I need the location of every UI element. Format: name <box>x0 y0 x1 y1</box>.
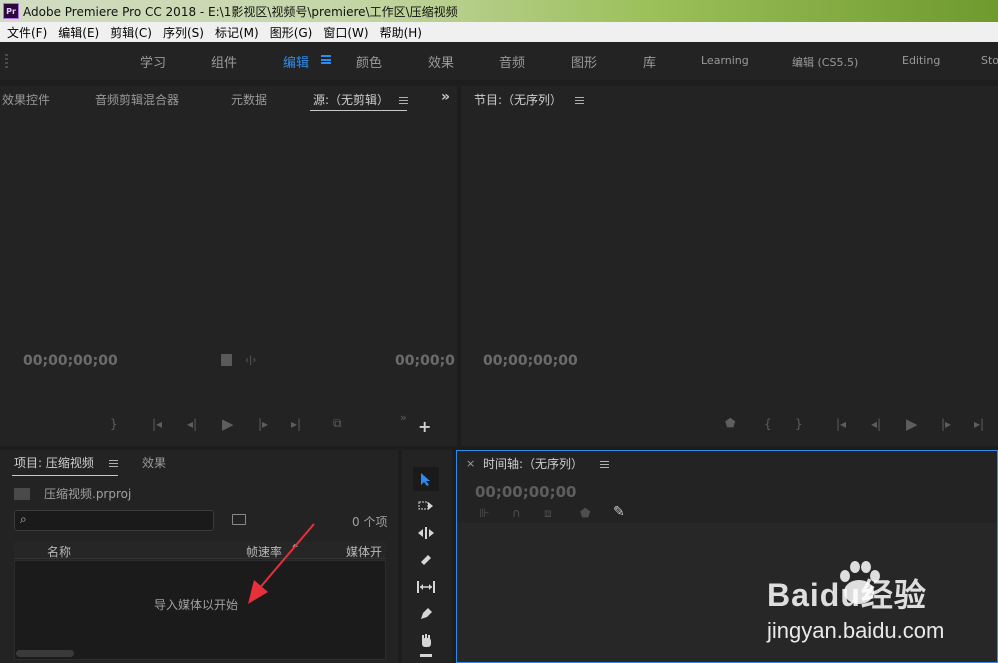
wrench-icon[interactable]: ✎ <box>613 504 625 520</box>
mark-out-icon[interactable]: } <box>795 417 803 431</box>
grip-handle[interactable] <box>5 54 8 68</box>
workspace-color[interactable]: 颜色 <box>356 52 382 71</box>
insert-overwrite-icon[interactable]: ⊪ <box>479 506 489 520</box>
panel-menu-icon[interactable] <box>600 461 609 468</box>
column-header-row: 名称 帧速率 ⌃ 媒体开 <box>14 542 386 559</box>
column-name[interactable]: 名称 <box>47 543 71 560</box>
project-list-area[interactable]: 导入媒体以开始 <box>14 560 386 660</box>
panel-menu-icon[interactable] <box>109 460 118 467</box>
menu-marker[interactable]: 标记(M) <box>208 24 263 41</box>
step-forward-icon[interactable]: |▸ <box>258 417 268 431</box>
workspace-editing-cs55[interactable]: 编辑 (CS5.5) <box>792 54 858 70</box>
slip-tool-icon[interactable] <box>413 575 439 599</box>
project-folder-icon <box>14 488 30 500</box>
fit-icon[interactable]: ‹|› <box>245 355 256 366</box>
workspace-effects[interactable]: 效果 <box>428 52 454 71</box>
mark-in-icon[interactable]: { <box>764 417 772 431</box>
program-timecode[interactable]: 00;00;00;00 <box>483 353 578 369</box>
project-panel: 项目: 压缩视频 效果 压缩视频.prproj ⌕ 0 个项 名称 帧速率 ⌃ … <box>0 450 398 663</box>
tab-project[interactable]: 项目: 压缩视频 <box>14 454 94 471</box>
pen-tool-icon[interactable] <box>413 602 439 626</box>
workspace-overflow[interactable]: Sto <box>981 54 998 67</box>
go-to-out-icon[interactable]: ▸| <box>974 417 984 431</box>
menu-graphics[interactable]: 图形(G) <box>263 24 317 41</box>
menu-help[interactable]: 帮助(H) <box>373 24 426 41</box>
tab-source[interactable]: 源:（无剪辑） <box>313 91 389 108</box>
panel-menu-icon[interactable] <box>575 97 584 104</box>
tab-audio-clip-mixer[interactable]: 音频剪辑混合器 <box>95 91 179 108</box>
linked-selection-icon[interactable]: ⧈ <box>544 506 552 521</box>
step-back-icon[interactable]: ◂| <box>187 417 197 431</box>
play-icon[interactable]: ▶ <box>906 415 918 433</box>
item-count: 0 个项 <box>352 515 388 529</box>
add-marker-icon[interactable]: ⬟ <box>580 506 590 520</box>
track-select-tool-icon[interactable] <box>413 494 439 518</box>
workspace-editing-en[interactable]: Editing <box>902 54 940 67</box>
menu-clip[interactable]: 剪辑(C) <box>103 24 156 41</box>
workspace-audio[interactable]: 音频 <box>499 52 525 71</box>
go-to-in-icon[interactable]: |◂ <box>152 417 162 431</box>
razor-tool-icon[interactable] <box>413 548 439 572</box>
step-back-icon[interactable]: ◂| <box>871 417 881 431</box>
premiere-app-icon: Pr <box>3 3 19 19</box>
watermark: Baidu经验 jingyan.baidu.com <box>765 560 995 660</box>
active-tab-underline <box>310 110 407 111</box>
workspace-graphics[interactable]: 图形 <box>571 52 597 71</box>
overflow-chevron-icon[interactable]: » <box>441 89 450 105</box>
drop-frame-icon[interactable] <box>221 354 232 366</box>
horizontal-scrollbar[interactable] <box>16 650 74 657</box>
play-icon[interactable]: ▶ <box>222 415 234 433</box>
snap-magnet-icon[interactable]: ∩ <box>512 506 521 520</box>
menu-window[interactable]: 窗口(W) <box>316 24 372 41</box>
go-to-in-icon[interactable]: |◂ <box>836 417 846 431</box>
step-forward-icon[interactable]: |▸ <box>941 417 951 431</box>
empty-message: 导入媒体以开始 <box>154 598 239 612</box>
tab-program[interactable]: 节目:（无序列） <box>474 91 562 108</box>
watermark-url: jingyan.baidu.com <box>767 618 945 643</box>
tab-metadata[interactable]: 元数据 <box>231 91 267 108</box>
annotation-arrow-icon <box>248 523 315 604</box>
go-to-out-icon[interactable]: ▸| <box>291 417 301 431</box>
menu-file[interactable]: 文件(F) <box>0 24 51 41</box>
timeline-timecode[interactable]: 00;00;00;00 <box>475 483 577 501</box>
program-monitor-panel: 节目:（无序列） 00;00;00;00 ⬟ { } |◂ ◂| ▶ |▸ ▸| <box>461 86 998 446</box>
workspace-learning[interactable]: Learning <box>701 54 749 67</box>
button-editor-plus-icon[interactable]: + <box>418 417 431 436</box>
tab-timeline[interactable]: 时间轴:（无序列） <box>483 455 583 472</box>
ripple-edit-tool-icon[interactable] <box>413 521 439 545</box>
close-icon[interactable]: × <box>466 457 475 470</box>
workspace-menu-icon[interactable] <box>321 55 331 64</box>
workspace-learn[interactable]: 学习 <box>140 52 166 71</box>
add-marker-icon[interactable]: ⬟ <box>725 416 735 430</box>
hand-tool-icon[interactable] <box>413 629 439 653</box>
panel-menu-icon[interactable] <box>399 97 408 104</box>
menu-bar: 文件(F) 编辑(E) 剪辑(C) 序列(S) 标记(M) 图形(G) 窗口(W… <box>0 22 998 42</box>
source-timecode-left[interactable]: 00;00;00;00 <box>23 353 118 369</box>
tools-panel <box>402 450 452 663</box>
insert-icon[interactable]: ⧉ <box>333 416 342 431</box>
workspace-bar: 学习 组件 编辑 颜色 效果 音频 图形 库 Learning 编辑 (CS5.… <box>0 42 998 80</box>
watermark-brand: Baidu经验 <box>767 577 927 613</box>
search-icon: ⌕ <box>20 512 27 526</box>
tab-effect-controls[interactable]: 效果控件 <box>2 91 50 108</box>
search-input[interactable]: ⌕ <box>14 510 214 531</box>
title-bar: Pr Adobe Premiere Pro CC 2018 - E:\1影视区\… <box>0 0 998 22</box>
tab-effects[interactable]: 效果 <box>142 454 166 471</box>
workspace-assembly[interactable]: 组件 <box>211 52 237 71</box>
workspace-editing-active[interactable]: 编辑 <box>283 52 309 71</box>
window-title: Adobe Premiere Pro CC 2018 - E:\1影视区\视频号… <box>23 4 458 19</box>
menu-sequence[interactable]: 序列(S) <box>156 24 208 41</box>
column-media-start[interactable]: 媒体开 <box>346 543 382 560</box>
selection-tool-icon[interactable] <box>413 467 439 491</box>
active-tab-underline <box>12 475 118 476</box>
source-timecode-right[interactable]: 00;00;0 <box>395 353 455 369</box>
mark-out-icon[interactable]: } <box>110 417 118 431</box>
type-tool-icon[interactable] <box>413 654 439 663</box>
more-controls-icon[interactable]: » <box>400 411 407 424</box>
workspace-libraries[interactable]: 库 <box>643 52 656 71</box>
menu-edit[interactable]: 编辑(E) <box>51 24 103 41</box>
project-file-name: 压缩视频.prproj <box>44 487 132 501</box>
source-monitor-panel: 效果控件 音频剪辑混合器 元数据 源:（无剪辑） » 00;00;00;00 0… <box>0 86 457 446</box>
